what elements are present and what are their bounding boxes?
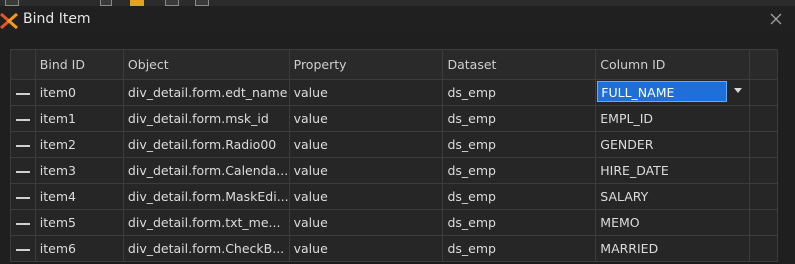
row-indicator[interactable] bbox=[10, 157, 36, 184]
header-object[interactable]: Object bbox=[122, 49, 290, 80]
cell-dataset[interactable]: ds_emp bbox=[442, 235, 597, 262]
table-row[interactable]: item5 div_detail.form.txt_me... value ds… bbox=[10, 209, 778, 236]
cell-column-id[interactable]: MEMO bbox=[595, 209, 751, 236]
cell-object[interactable]: div_detail.form.CheckB... bbox=[122, 235, 290, 262]
row-dash-icon bbox=[15, 92, 30, 95]
cell-dataset[interactable]: ds_emp bbox=[442, 131, 597, 158]
table-row[interactable]: item1 div_detail.form.msk_id value ds_em… bbox=[10, 105, 778, 132]
cell-property[interactable]: value bbox=[288, 209, 444, 236]
cell-object[interactable]: div_detail.form.msk_id bbox=[122, 105, 290, 132]
header-dataset[interactable]: Dataset bbox=[442, 49, 597, 80]
row-indicator[interactable] bbox=[10, 235, 36, 262]
cell-bind-id[interactable]: item4 bbox=[34, 183, 124, 210]
cell-property[interactable]: value bbox=[288, 157, 444, 184]
cell-property[interactable]: value bbox=[288, 79, 444, 106]
table-row[interactable]: item2 div_detail.form.Radio00 value ds_e… bbox=[10, 131, 778, 158]
cell-filler bbox=[749, 235, 778, 262]
cell-column-id[interactable]: GENDER bbox=[595, 131, 751, 158]
cell-dataset[interactable]: ds_emp bbox=[442, 79, 597, 106]
row-dash-icon bbox=[15, 248, 30, 251]
row-indicator[interactable] bbox=[10, 183, 36, 210]
cell-object[interactable]: div_detail.form.edt_name bbox=[122, 79, 290, 106]
table-row[interactable]: item6 div_detail.form.CheckB... value ds… bbox=[10, 235, 778, 262]
row-dash-icon bbox=[15, 222, 30, 225]
cell-bind-id[interactable]: item2 bbox=[34, 131, 124, 158]
cell-dataset[interactable]: ds_emp bbox=[442, 209, 597, 236]
cell-bind-id[interactable]: item1 bbox=[34, 105, 124, 132]
header-indicator bbox=[10, 49, 36, 80]
cell-column-id[interactable]: EMPL_ID bbox=[595, 105, 751, 132]
bind-item-grid[interactable]: Bind ID Object Property Dataset Column I… bbox=[10, 49, 778, 264]
cell-object[interactable]: div_detail.form.Calenda... bbox=[122, 157, 290, 184]
cell-object[interactable]: div_detail.form.txt_me... bbox=[122, 209, 290, 236]
row-dash-icon bbox=[15, 170, 30, 173]
row-dash-icon bbox=[15, 118, 30, 121]
close-icon[interactable] bbox=[767, 10, 785, 28]
row-indicator[interactable] bbox=[10, 105, 36, 132]
cell-column-id[interactable]: HIRE_DATE bbox=[595, 157, 751, 184]
cell-filler bbox=[749, 131, 778, 158]
cell-bind-id[interactable]: item3 bbox=[34, 157, 124, 184]
table-header-row: Bind ID Object Property Dataset Column I… bbox=[10, 49, 778, 80]
cell-column-id[interactable]: FULL_NAME bbox=[595, 79, 751, 106]
bind-table: Bind ID Object Property Dataset Column I… bbox=[10, 49, 778, 262]
cell-filler bbox=[749, 209, 778, 236]
cell-filler bbox=[749, 105, 778, 132]
column-id-combo[interactable]: FULL_NAME bbox=[597, 81, 728, 102]
row-indicator[interactable] bbox=[10, 131, 36, 158]
cell-dataset[interactable]: ds_emp bbox=[442, 157, 597, 184]
cell-bind-id[interactable]: item6 bbox=[34, 235, 124, 262]
header-filler bbox=[749, 49, 778, 80]
header-bind-id[interactable]: Bind ID bbox=[34, 49, 124, 80]
cell-column-id[interactable]: SALARY bbox=[595, 183, 751, 210]
cell-object[interactable]: div_detail.form.MaskEdi... bbox=[122, 183, 290, 210]
table-row[interactable]: item4 div_detail.form.MaskEdi... value d… bbox=[10, 183, 778, 210]
cell-column-id[interactable]: MARRIED bbox=[595, 235, 751, 262]
cell-object[interactable]: div_detail.form.Radio00 bbox=[122, 131, 290, 158]
row-indicator[interactable] bbox=[10, 209, 36, 236]
cell-property[interactable]: value bbox=[288, 105, 444, 132]
dialog-titlebar[interactable]: Bind Item bbox=[0, 6, 795, 34]
row-dash-icon bbox=[15, 196, 30, 199]
cell-property[interactable]: value bbox=[288, 235, 444, 262]
row-indicator[interactable] bbox=[10, 79, 36, 106]
cell-bind-id[interactable]: item5 bbox=[34, 209, 124, 236]
cell-filler bbox=[749, 157, 778, 184]
cell-dataset[interactable]: ds_emp bbox=[442, 183, 597, 210]
cell-dataset[interactable]: ds_emp bbox=[442, 105, 597, 132]
app-logo-icon bbox=[0, 12, 18, 30]
cell-filler bbox=[749, 183, 778, 210]
table-row[interactable]: item0 div_detail.form.edt_name value ds_… bbox=[10, 79, 778, 106]
row-dash-icon bbox=[15, 144, 30, 147]
cell-property[interactable]: value bbox=[288, 183, 444, 210]
chevron-down-icon[interactable] bbox=[734, 88, 743, 93]
cell-filler bbox=[749, 79, 778, 106]
table-row[interactable]: item3 div_detail.form.Calenda... value d… bbox=[10, 157, 778, 184]
cell-property[interactable]: value bbox=[288, 131, 444, 158]
header-property[interactable]: Property bbox=[288, 49, 444, 80]
header-column-id[interactable]: Column ID bbox=[595, 49, 751, 80]
cell-bind-id[interactable]: item0 bbox=[34, 79, 124, 106]
dialog-title: Bind Item bbox=[23, 11, 91, 27]
